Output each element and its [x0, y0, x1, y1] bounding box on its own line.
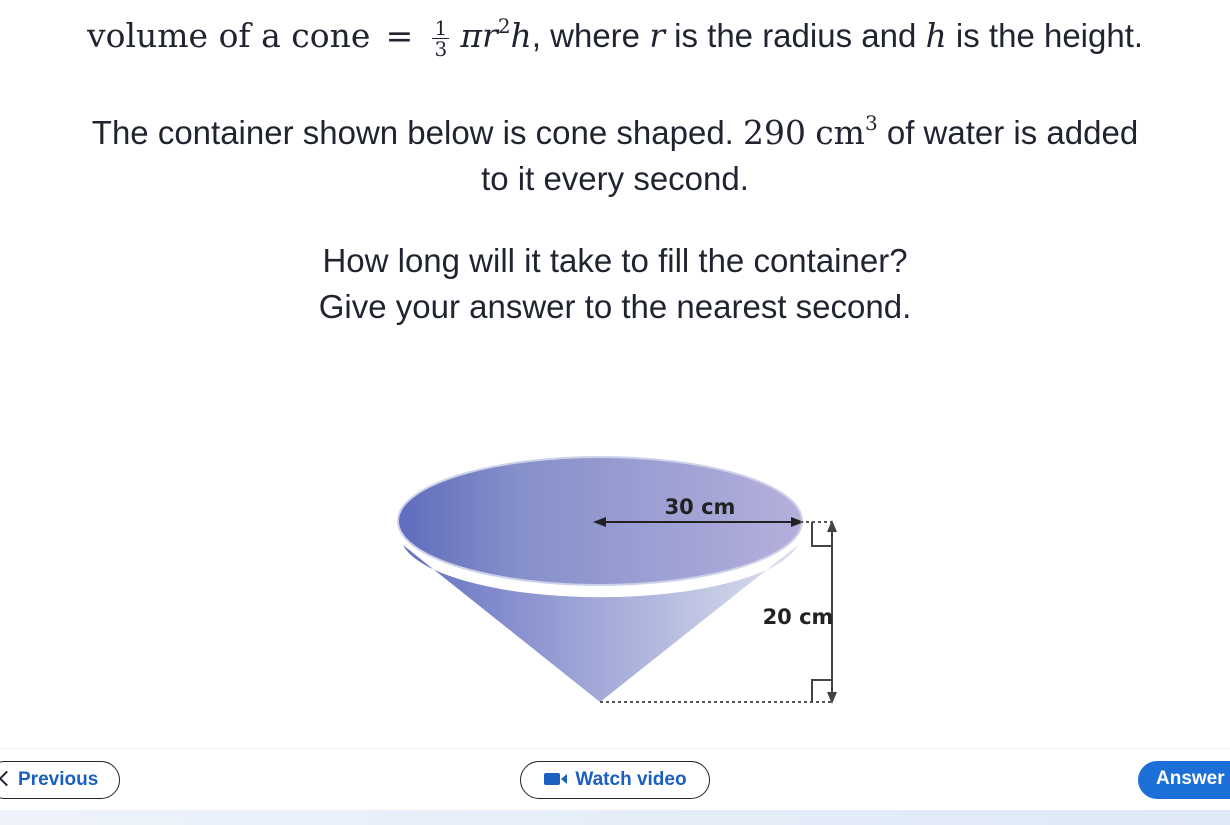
bottom-strip [0, 810, 1230, 825]
cone-diagram: 30 cm 20 cm [397, 456, 837, 704]
watch-video-button[interactable]: Watch video [520, 761, 710, 799]
right-angle-bottom [811, 679, 832, 702]
previous-button[interactable]: Previous [0, 761, 120, 799]
bottom-navigation: Previous Watch video Answer [0, 748, 1230, 811]
height-label: 20 cm [763, 605, 834, 629]
video-camera-icon [544, 773, 568, 785]
watch-video-label: Watch video [575, 769, 687, 790]
height-arrow-top [827, 520, 837, 532]
right-angle-top [811, 522, 832, 547]
radius-label: 30 cm [665, 495, 736, 519]
chevron-left-icon [0, 770, 15, 787]
previous-label: Previous [18, 769, 99, 790]
answer-button[interactable]: Answer [1138, 761, 1230, 799]
answer-label: Answer [1156, 768, 1225, 789]
question-page: volume of a cone = 1 3 πr2h, where r is … [0, 0, 1230, 825]
